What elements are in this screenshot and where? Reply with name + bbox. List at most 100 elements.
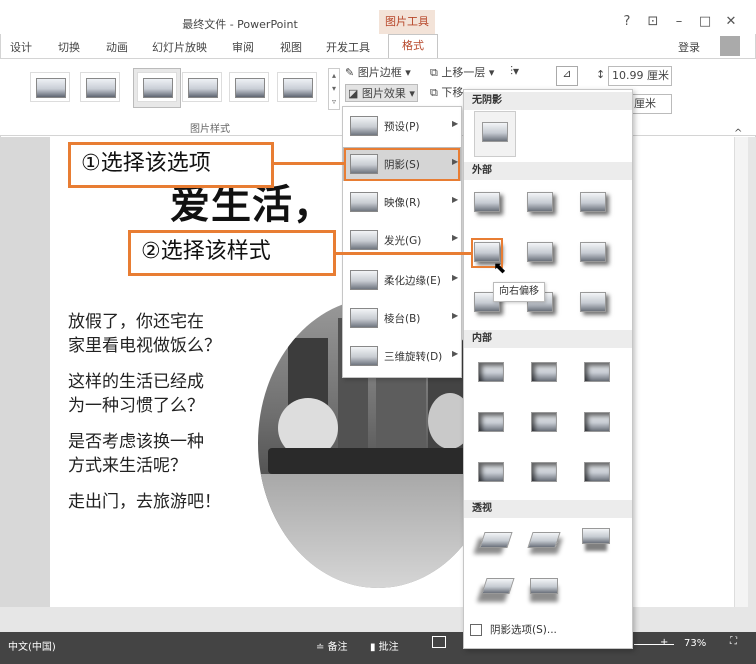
help-button[interactable]: ? [616, 14, 638, 29]
perspective-shadow-option[interactable] [527, 532, 561, 548]
thumbnail-pane-edge [0, 137, 50, 607]
picture-border-button[interactable]: ✎ 图片边框 ▾ [345, 64, 411, 80]
normal-view-icon[interactable] [432, 636, 446, 648]
send-backward-icon: ⧉ [430, 86, 438, 99]
outer-shadow-option[interactable] [580, 292, 606, 312]
reflection-icon [350, 192, 378, 212]
preset-icon [350, 116, 378, 136]
tab-design[interactable]: 设计 [10, 39, 32, 55]
zoom-in-icon[interactable]: + [660, 637, 668, 648]
picture-style-4[interactable] [182, 72, 222, 102]
align-icon[interactable]: ⫶▾ [510, 64, 519, 79]
height-input[interactable]: 10.99 厘米 [608, 66, 672, 86]
submenu-arrow-icon: ▶ [452, 311, 459, 320]
photo-crowd [268, 448, 488, 474]
effects-icon: ◪ [348, 87, 359, 100]
picture-effects-button[interactable]: ◪ 图片效果 ▾ [345, 84, 418, 102]
slide-text-line[interactable]: 走出门，去旅游吧！ [68, 490, 221, 514]
zoom-level[interactable]: 73% [684, 638, 706, 649]
menu-item-soft-edges-label: 柔化边缘(E) [384, 275, 441, 287]
tab-format[interactable]: 格式 [388, 34, 438, 58]
width-input[interactable]: 厘米 [630, 94, 672, 114]
inner-shadow-option[interactable] [478, 462, 504, 482]
inner-shadow-option[interactable] [584, 462, 610, 482]
tab-view[interactable]: 视图 [280, 39, 302, 55]
language-indicator[interactable]: 中文(中国) [8, 638, 56, 653]
menu-item-reflection[interactable]: 映像(R) ▶ [342, 184, 462, 222]
bring-forward-icon: ⧉ [430, 66, 438, 79]
inner-shadow-option[interactable] [584, 362, 610, 382]
tab-animations[interactable]: 动画 [106, 39, 128, 55]
close-button[interactable]: ✕ [720, 14, 742, 29]
inner-shadow-option[interactable] [531, 362, 557, 382]
submenu-arrow-icon: ▶ [452, 273, 459, 282]
slide-text-line[interactable]: 方式来生活呢？ [68, 454, 187, 478]
send-backward-button[interactable]: ⧉ 下移 [430, 84, 463, 100]
inner-shadow-option[interactable] [584, 412, 610, 432]
outer-shadow-option[interactable] [527, 242, 553, 262]
picture-style-thumb-icon [36, 78, 66, 98]
menu-item-3d-rotation[interactable]: 三维旋转(D) ▶ [342, 338, 462, 376]
picture-tools-context-label: 图片工具 [379, 10, 435, 34]
submenu-arrow-icon: ▶ [452, 195, 459, 204]
outer-shadow-option[interactable] [527, 192, 553, 212]
picture-style-3[interactable] [137, 72, 177, 102]
ribbon-tab-bar: 设计 切换 动画 幻灯片放映 审阅 视图 开发工具 [0, 34, 756, 58]
user-avatar[interactable] [720, 36, 740, 56]
slide-text-line[interactable]: 放假了，你还宅在 [68, 310, 204, 334]
menu-item-preset[interactable]: 预设(P) ▶ [342, 108, 462, 146]
inner-shadow-option[interactable] [478, 362, 504, 382]
shadow-tooltip: 向右偏移 [493, 282, 545, 302]
shadow-options-checkbox-icon [470, 624, 482, 636]
maximize-button[interactable]: □ [694, 14, 716, 29]
slide-text-line[interactable]: 这样的生活已经成 [68, 370, 204, 394]
picture-style-5[interactable] [229, 72, 269, 102]
submenu-arrow-icon: ▶ [452, 119, 459, 128]
picture-style-gallery-scroll[interactable]: ▴ ▾ ▿ [328, 68, 340, 110]
minimize-button[interactable]: – [668, 14, 690, 29]
picture-style-thumb-icon [235, 78, 265, 98]
picture-style-thumb-icon [143, 78, 173, 98]
tab-transitions[interactable]: 切换 [58, 39, 80, 55]
picture-style-6[interactable] [277, 72, 317, 102]
perspective-shadow-option[interactable] [530, 578, 558, 594]
sign-in-link[interactable]: 登录 [678, 39, 700, 55]
slide-text-line[interactable]: 家里看电视做饭么？ [68, 334, 221, 358]
perspective-shadow-option[interactable] [481, 578, 515, 594]
ribbon-group-label: 图片样式 [190, 124, 230, 135]
picture-style-2[interactable] [80, 72, 120, 102]
menu-item-bevel-label: 棱台(B) [384, 313, 421, 325]
comments-button[interactable]: ▮ 批注 [370, 638, 399, 653]
inner-shadow-option[interactable] [478, 412, 504, 432]
outer-shadow-option[interactable] [474, 192, 500, 212]
menu-item-glow-label: 发光(G) [384, 235, 422, 247]
perspective-shadow-option[interactable] [479, 532, 513, 548]
perspective-shadow-option[interactable] [582, 528, 610, 544]
crop-icon[interactable]: ⊿ [556, 66, 578, 86]
tab-developer[interactable]: 开发工具 [326, 39, 370, 55]
slide-text-line[interactable]: 是否考虑该换一种 [68, 430, 204, 454]
ribbon-display-options-button[interactable]: ⊡ [642, 14, 664, 29]
bring-forward-button[interactable]: ⧉ 上移一层 ▾ [430, 64, 494, 80]
section-inner: 内部 [464, 330, 632, 348]
vertical-scrollbar[interactable] [734, 137, 748, 607]
menu-item-soft-edges[interactable]: 柔化边缘(E) ▶ [342, 262, 462, 300]
shadow-options-link[interactable]: 阴影选项(S)... [490, 622, 557, 637]
picture-effects-label: 图片效果 ▾ [361, 87, 415, 100]
slide-text-line[interactable]: 为一种习惯了么？ [68, 394, 204, 418]
outer-shadow-option[interactable] [580, 192, 606, 212]
section-perspective: 透视 [464, 500, 632, 518]
inner-shadow-option[interactable] [531, 412, 557, 432]
3d-rotation-icon [350, 346, 378, 366]
window-title: 最终文件 - PowerPoint [182, 18, 298, 31]
fit-slide-icon[interactable]: ⛶ [730, 636, 737, 647]
tab-slideshow[interactable]: 幻灯片放映 [152, 39, 207, 55]
notes-button[interactable]: ≐ 备注 [316, 638, 348, 653]
pencil-icon: ✎ [345, 66, 355, 79]
tab-review[interactable]: 审阅 [232, 39, 254, 55]
outer-shadow-option[interactable] [580, 242, 606, 262]
picture-style-thumb-icon [188, 78, 218, 98]
menu-item-bevel[interactable]: 棱台(B) ▶ [342, 300, 462, 338]
inner-shadow-option[interactable] [531, 462, 557, 482]
picture-style-1[interactable] [30, 72, 70, 102]
